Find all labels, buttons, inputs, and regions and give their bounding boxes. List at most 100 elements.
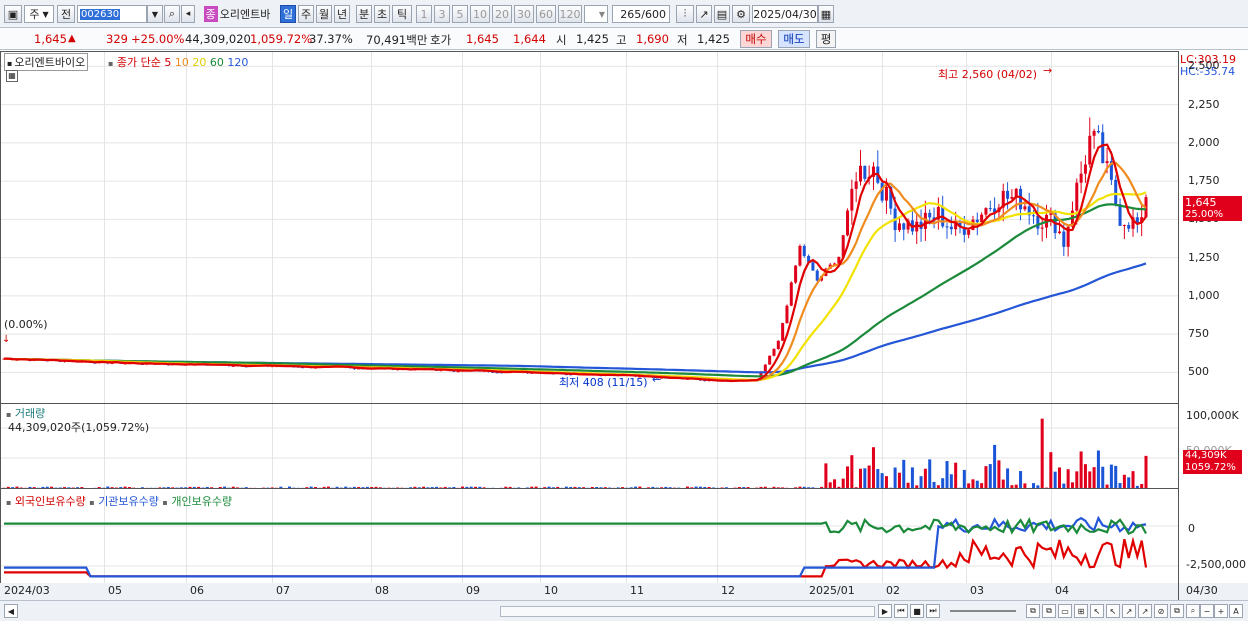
ma60-line <box>4 203 1147 378</box>
amount-value: 70,491백만 <box>366 33 428 47</box>
prev-button[interactable]: 전 <box>57 5 75 23</box>
layout-icon[interactable]: ▣ <box>4 5 22 23</box>
volume-bar <box>941 478 945 488</box>
sell-button[interactable]: 매도 <box>778 30 810 48</box>
stop-icon[interactable]: ■ <box>910 604 924 618</box>
code-value: 002630 <box>80 8 121 20</box>
tool-icon-3[interactable]: ▭ <box>1058 604 1072 618</box>
volume-bar <box>694 486 698 488</box>
open-label: 시 <box>556 33 567 47</box>
search-icon[interactable]: ⌕ <box>164 5 180 23</box>
candle-body <box>763 364 767 372</box>
candle-body <box>811 262 815 271</box>
stock-name-box: 종 오리엔트바 <box>196 5 278 23</box>
volume-bar <box>465 486 469 488</box>
tool-icon-2[interactable]: ⧉ <box>1042 604 1056 618</box>
tool-icon-4[interactable]: ⊞ <box>1074 604 1088 618</box>
stock-chart[interactable] <box>0 51 1248 600</box>
gear-icon[interactable]: ⚙ <box>732 5 750 23</box>
tool-icon-8[interactable]: ↗ <box>1138 604 1152 618</box>
chart-stock-name[interactable]: ▪ 오리엔트바이오 <box>4 53 89 71</box>
candle-body <box>789 282 793 306</box>
market-select[interactable]: 주 ▼ <box>24 5 54 23</box>
date-tick: 05 <box>108 584 122 597</box>
buy-button[interactable]: 매수 <box>740 30 772 48</box>
scroll-left-icon[interactable]: ◀ <box>4 604 18 618</box>
volume-bar <box>525 487 529 488</box>
volume-bar <box>595 486 599 488</box>
period-second[interactable]: 초 <box>374 5 390 23</box>
volume-bar <box>867 465 871 488</box>
speaker-icon[interactable]: ◂ <box>181 5 195 23</box>
tool-icon-10[interactable]: ⧉ <box>1170 604 1184 618</box>
candle-body <box>768 355 772 365</box>
date-tick: 11 <box>630 584 644 597</box>
interval-10[interactable]: 10 <box>470 5 490 23</box>
interval-30[interactable]: 30 <box>514 5 534 23</box>
volume-bar <box>603 487 607 488</box>
calendar-icon[interactable]: ▦ <box>818 5 834 23</box>
scroll-thumb[interactable] <box>500 606 875 617</box>
scroll-right-icon[interactable]: ▶ <box>878 604 892 618</box>
zoom-out-icon[interactable]: − <box>1200 604 1214 618</box>
interval-20[interactable]: 20 <box>492 5 512 23</box>
interval-3[interactable]: 3 <box>434 5 450 23</box>
chevron-down-icon[interactable]: ▼ <box>147 5 163 23</box>
square-icon: ▪ <box>6 410 12 419</box>
volume-bar <box>660 487 664 488</box>
volume-bar <box>1079 451 1083 488</box>
count-input[interactable]: 265/600 <box>612 5 670 23</box>
date-tick: 04/30 <box>1186 584 1218 597</box>
period-year[interactable]: 년 <box>334 5 350 23</box>
grid-toggle-icon[interactable]: ▦ <box>6 70 18 82</box>
volume-bar <box>6 486 10 488</box>
candle-type-icon[interactable]: ⫶ <box>676 5 694 23</box>
tool-icon-6[interactable]: ↖ <box>1106 604 1120 618</box>
volume-bar <box>954 462 958 488</box>
draw-tool-icon[interactable]: ↗ <box>696 5 712 23</box>
text-size-icon[interactable]: A <box>1229 604 1243 618</box>
tool-icon-5[interactable]: ↖ <box>1090 604 1104 618</box>
zoom-in-icon[interactable]: + <box>1214 604 1228 618</box>
volume-bar <box>543 487 547 488</box>
tool-icon-9[interactable]: ⊘ <box>1154 604 1168 618</box>
avg-button[interactable]: 평 <box>816 30 836 48</box>
tool-icon-1[interactable]: ⧉ <box>1026 604 1040 618</box>
candle-body <box>1122 225 1126 227</box>
ma10-legend: 10 <box>174 56 189 69</box>
play-icon[interactable]: ⏭ <box>926 604 940 618</box>
foreign-legend: 외국인보유수량 <box>14 495 86 508</box>
period-day[interactable]: 일 <box>280 5 296 23</box>
institution-legend: 기관보유수량 <box>98 495 159 508</box>
interval-5[interactable]: 5 <box>452 5 468 23</box>
volume-bar <box>854 487 858 488</box>
interval-1[interactable]: 1 <box>416 5 432 23</box>
volume-bar <box>430 487 434 488</box>
tool-icon-7[interactable]: ↗ <box>1122 604 1136 618</box>
zoom-icon[interactable]: ⌕ <box>1186 604 1200 618</box>
interval-120[interactable]: 120 <box>558 5 582 23</box>
volume-bar <box>664 486 668 488</box>
start-annotation: (0.00%) <box>4 318 48 331</box>
rewind-icon[interactable]: ⏮ <box>894 604 908 618</box>
zoom-slider[interactable] <box>950 610 1016 612</box>
save-icon[interactable]: ▤ <box>714 5 730 23</box>
candle-body <box>1075 182 1079 211</box>
candle-body <box>945 226 949 228</box>
horizontal-scrollbar[interactable]: ◀ ▶ ⏮ ■ ⏭ ⧉ ⧉ ▭ ⊞ ↖ ↖ ↗ ↗ ⊘ ⧉ ⌕ − + A <box>0 600 1248 621</box>
candle-body <box>897 223 901 231</box>
date-input[interactable]: 2025/04/30 <box>752 5 818 23</box>
period-month[interactable]: 월 <box>316 5 332 23</box>
volume-bar <box>184 487 188 488</box>
interval-60[interactable]: 60 <box>536 5 556 23</box>
interval-select[interactable]: ▼ <box>584 5 608 23</box>
volume-bar <box>547 486 551 488</box>
period-tick[interactable]: 틱 <box>392 5 412 23</box>
volume-bar <box>197 486 201 488</box>
ma-legend[interactable]: ▪ 종가 단순 5 10 20 60 120 <box>108 54 248 70</box>
volume-bar <box>15 486 19 488</box>
code-input[interactable]: 002630 <box>77 5 147 23</box>
low-value: 1,425 <box>697 32 730 46</box>
period-minute[interactable]: 분 <box>356 5 372 23</box>
period-week[interactable]: 주 <box>298 5 314 23</box>
